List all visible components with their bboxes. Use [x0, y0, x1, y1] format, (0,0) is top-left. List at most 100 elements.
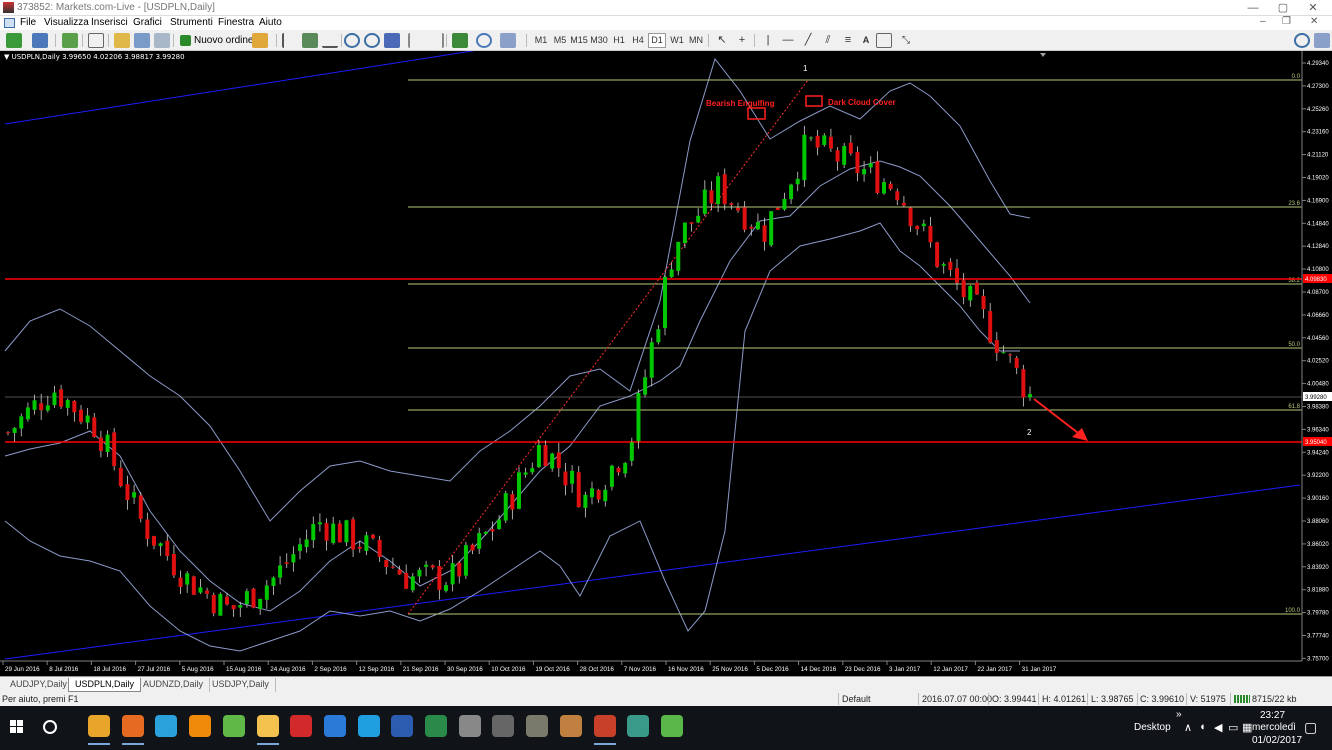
crosshair-move-icon[interactable]: [88, 33, 104, 48]
notifications-icon[interactable]: ▢: [1304, 719, 1317, 736]
menu-file[interactable]: File: [20, 17, 36, 28]
crosshair-icon[interactable]: +: [734, 33, 750, 48]
profiles-icon[interactable]: [32, 33, 48, 48]
profile-name[interactable]: Default: [842, 694, 871, 704]
tile-windows-icon[interactable]: [384, 33, 400, 48]
bull-candle: [603, 489, 608, 502]
desktop-toolbar[interactable]: Desktop: [1134, 722, 1171, 733]
dropbox-app-icon[interactable]: [323, 715, 346, 737]
bull-candle: [19, 416, 24, 429]
indicators-icon[interactable]: [452, 33, 468, 48]
windows-start-icon[interactable]: [10, 720, 24, 734]
tab-usdjpy[interactable]: USDJPY,Daily: [206, 678, 276, 692]
close-button[interactable]: ✕: [1298, 0, 1328, 16]
market-watch-icon[interactable]: [62, 33, 78, 48]
bull-candle: [218, 593, 223, 616]
new-chart-icon[interactable]: [6, 33, 22, 48]
cursor-icon[interactable]: ↖: [714, 33, 730, 48]
menu-inserisci[interactable]: Inserisci: [91, 17, 128, 28]
timeframe-w1[interactable]: W1: [668, 33, 686, 48]
navigator-icon[interactable]: [114, 33, 130, 48]
excel-app-icon[interactable]: [425, 715, 447, 737]
menu-aiuto[interactable]: Aiuto: [259, 17, 282, 28]
trendline-icon[interactable]: ╱: [800, 33, 816, 48]
bar-chart-icon[interactable]: [282, 33, 298, 48]
timeframe-h4[interactable]: H4: [629, 33, 647, 48]
timeframe-h1[interactable]: H1: [610, 33, 628, 48]
minimize-button[interactable]: —: [1238, 0, 1268, 16]
terminal-app-icon[interactable]: [526, 715, 549, 737]
chart-minimize-button[interactable]: –: [1260, 16, 1266, 27]
tray-expand-icon[interactable]: ∧: [1184, 721, 1192, 734]
line-chart-icon[interactable]: [322, 33, 338, 48]
utorrent-app-icon[interactable]: [222, 715, 245, 737]
media-app-icon[interactable]: [492, 715, 515, 737]
bull-candle: [291, 554, 296, 563]
firefox-app-icon[interactable]: [121, 715, 144, 745]
explorer-app-icon[interactable]: [256, 715, 279, 745]
menu-visualizza[interactable]: Visualizza: [44, 17, 89, 28]
terminal-icon[interactable]: [134, 33, 150, 48]
timeframe-m15[interactable]: M15: [570, 33, 588, 48]
chat-app-icon[interactable]: [660, 715, 683, 737]
timeframe-m30[interactable]: M30: [590, 33, 608, 48]
tab-usdpln[interactable]: USDPLN,Daily: [68, 678, 142, 692]
bull-candle: [497, 519, 502, 529]
menu-finestra[interactable]: Finestra: [218, 17, 254, 28]
chart-window-icon[interactable]: [4, 18, 15, 28]
network-icon[interactable]: ◖: [1199, 721, 1206, 733]
bear-candle: [775, 207, 780, 210]
vertical-line-icon[interactable]: |: [760, 33, 776, 48]
fibonacci-icon[interactable]: ≡: [840, 33, 856, 48]
chart-close-button[interactable]: ✕: [1310, 16, 1318, 27]
text-tool-icon[interactable]: A: [858, 33, 874, 48]
clock-day[interactable]: mercoledì: [1252, 722, 1296, 733]
timeframe-m1[interactable]: M1: [532, 33, 550, 48]
volume-icon[interactable]: ◀: [1214, 721, 1222, 734]
tab-audnzd[interactable]: AUDNZD,Daily: [137, 678, 211, 692]
arrows-icon[interactable]: ⤡: [898, 33, 914, 48]
menu-grafici[interactable]: Grafici: [133, 17, 162, 28]
channel-icon[interactable]: ⫽: [820, 33, 836, 48]
bear-candle: [437, 565, 442, 590]
chart-restore-button[interactable]: ❐: [1282, 16, 1291, 27]
zoom-out-icon[interactable]: [364, 33, 380, 48]
autoscroll-icon[interactable]: [408, 33, 424, 48]
clock-time[interactable]: 23:27: [1260, 710, 1285, 721]
timeframe-mn[interactable]: MN: [687, 33, 705, 48]
tab-audjpy[interactable]: AUDJPY,Daily: [4, 678, 74, 692]
zoom-in-icon[interactable]: [344, 33, 360, 48]
templates-icon[interactable]: [500, 33, 516, 48]
chat-icon[interactable]: [1314, 33, 1330, 48]
telegram-app-icon[interactable]: [155, 715, 178, 737]
battery-icon[interactable]: ▭: [1228, 721, 1238, 734]
tool-app-icon[interactable]: [458, 715, 481, 737]
chart-canvas[interactable]: 0.0 23.6 38.2 50.0 61.8 100.0 Bearish En…: [0, 51, 1332, 675]
timeframe-m5[interactable]: M5: [551, 33, 569, 48]
search-icon[interactable]: [1294, 33, 1310, 48]
chart-shift-icon[interactable]: [428, 33, 444, 48]
word-app-icon[interactable]: [391, 715, 414, 737]
game-app-icon[interactable]: [559, 715, 582, 737]
menu-strumenti[interactable]: Strumenti: [170, 17, 213, 28]
price-chart[interactable]: 0.0 23.6 38.2 50.0 61.8 100.0 Bearish En…: [0, 51, 1332, 675]
mt4-app-icon[interactable]: [593, 715, 616, 745]
clock-date[interactable]: 01/02/2017: [1252, 735, 1302, 746]
acrobat-app-icon[interactable]: [290, 715, 313, 737]
desktop-chevron-icon[interactable]: »: [1176, 709, 1182, 720]
status-traffic: 8715/22 kb: [1252, 694, 1297, 704]
cortana-search-icon[interactable]: [43, 720, 57, 734]
candlestick-icon[interactable]: [302, 33, 318, 48]
autotrading-icon[interactable]: [252, 33, 268, 48]
skype-app-icon[interactable]: [357, 715, 380, 737]
timeframe-d1[interactable]: D1: [648, 33, 666, 48]
chrome-app-icon[interactable]: [88, 715, 110, 745]
maximize-button[interactable]: ▢: [1268, 0, 1298, 16]
periods-icon[interactable]: [476, 33, 492, 48]
tester-icon[interactable]: [154, 33, 170, 48]
text-label-icon[interactable]: [876, 33, 892, 48]
horizontal-line-icon[interactable]: —: [780, 33, 796, 48]
notes-app-icon[interactable]: [627, 715, 650, 737]
vlc-app-icon[interactable]: [189, 715, 212, 737]
keyboard-icon[interactable]: ▦: [1242, 721, 1252, 734]
